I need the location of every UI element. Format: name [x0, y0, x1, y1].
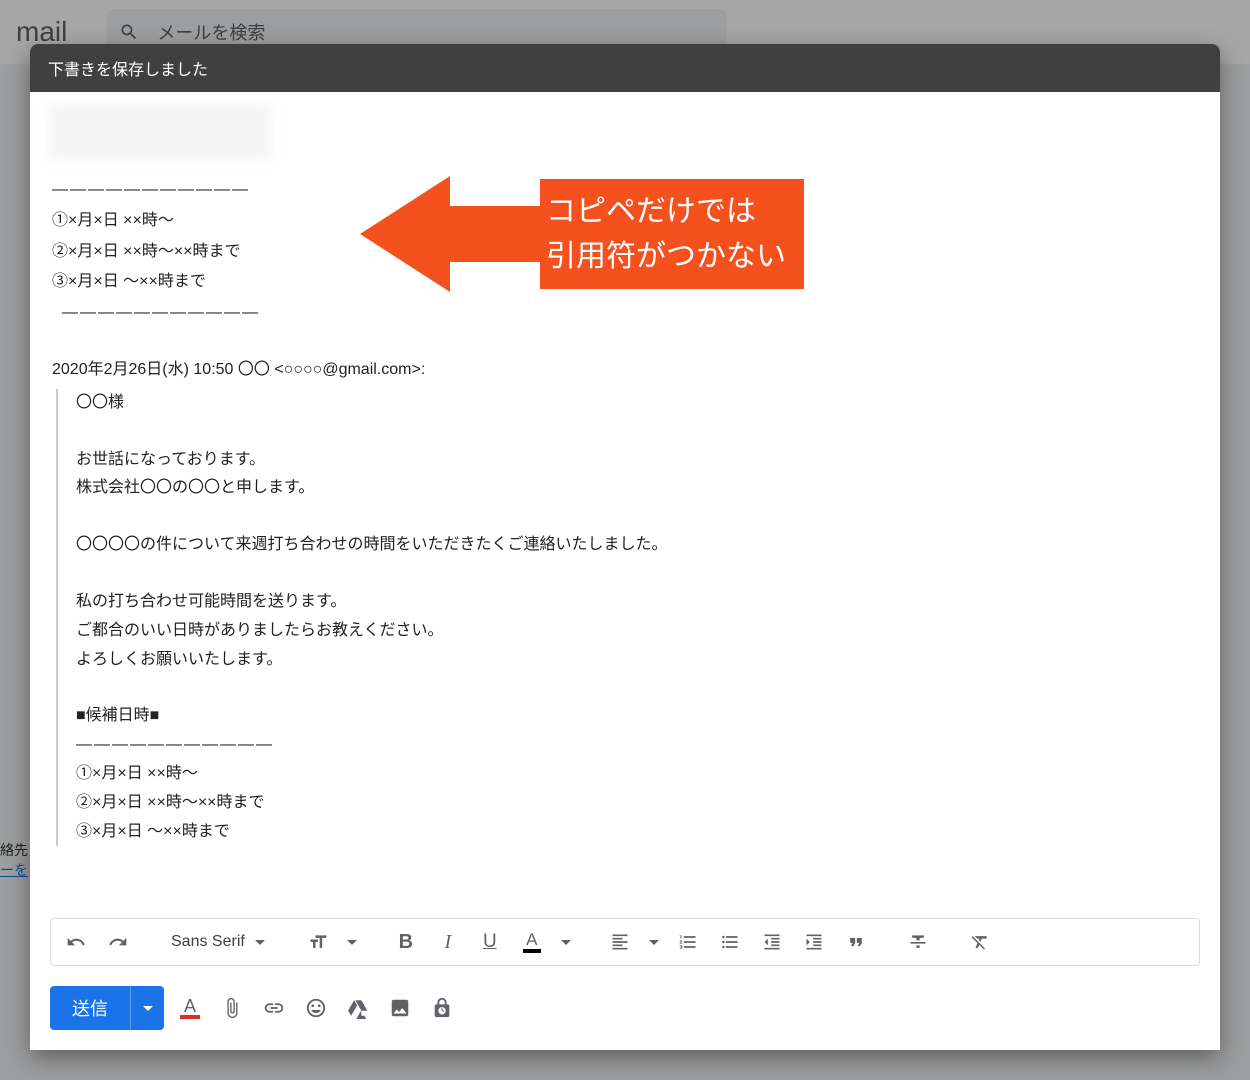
link-icon	[263, 997, 285, 1019]
underline-button[interactable]: U	[473, 925, 507, 959]
quote-block: 〇〇様 お世話になっております。 株式会社〇〇の〇〇と申します。 〇〇〇〇の件に…	[56, 389, 1198, 847]
annotation-label: コピペだけでは 引用符がつかない	[540, 179, 804, 289]
lock-clock-icon	[431, 997, 453, 1019]
quote-line: 〇〇様	[76, 389, 1198, 418]
italic-button[interactable]: I	[431, 925, 465, 959]
send-row: 送信 A	[30, 976, 1220, 1050]
paperclip-icon	[221, 997, 243, 1019]
compose-window: 下書きを保存しました コピペだけでは 引用符がつかない ――――――――――― …	[30, 44, 1220, 1050]
numbered-list-button[interactable]	[671, 925, 705, 959]
redacted-recipient	[50, 104, 270, 160]
image-icon	[389, 997, 411, 1019]
indent-more-button[interactable]	[797, 925, 831, 959]
quote-line: ①×月×日 ××時～	[76, 760, 1198, 789]
undo-button[interactable]	[59, 925, 93, 959]
insert-drive-button[interactable]	[346, 996, 370, 1020]
arrow-head-icon	[360, 176, 450, 292]
bulleted-list-button[interactable]	[713, 925, 747, 959]
bold-button[interactable]: B	[389, 925, 423, 959]
quote-line: 株式会社〇〇の〇〇と申します。	[76, 474, 1198, 503]
insert-emoji-button[interactable]	[304, 996, 328, 1020]
quote-line: ③×月×日 ～××時まで	[76, 818, 1198, 847]
quote-line: お世話になっております。	[76, 446, 1198, 475]
remove-formatting-button[interactable]	[963, 925, 997, 959]
formatting-toolbar: Sans Serif B I U A	[50, 918, 1200, 966]
font-family-select[interactable]: Sans Serif	[163, 933, 273, 951]
text-color-button[interactable]: A	[515, 925, 549, 959]
compose-titlebar[interactable]: 下書きを保存しました	[30, 44, 1220, 92]
arrow-shaft	[450, 206, 540, 262]
indent-less-button[interactable]	[755, 925, 789, 959]
insert-link-button[interactable]	[262, 996, 286, 1020]
compose-body[interactable]: コピペだけでは 引用符がつかない ――――――――――― ①×月×日 ××時～ …	[30, 176, 1220, 918]
quote-line: ご都合のいい日時がありましたらお教えください。	[76, 617, 1198, 646]
send-more-button[interactable]	[130, 986, 164, 1030]
send-button[interactable]: 送信	[50, 986, 130, 1030]
insert-photo-button[interactable]	[388, 996, 412, 1020]
send-button-group: 送信	[50, 986, 164, 1030]
text-color-caret[interactable]	[557, 925, 575, 959]
quote-line: 〇〇〇〇の件について来週打ち合わせの時間をいただきたくご連絡いたしました。	[76, 531, 1198, 560]
quote-line: ―――――――――――	[76, 731, 1198, 760]
quote-button[interactable]	[839, 925, 873, 959]
drive-icon	[347, 997, 369, 1019]
annotation-arrow: コピペだけでは 引用符がつかない	[360, 176, 804, 292]
quote-line: ■候補日時■	[76, 702, 1198, 731]
redo-button[interactable]	[101, 925, 135, 959]
chevron-down-icon	[255, 940, 265, 945]
formatting-options-button[interactable]: A	[178, 996, 202, 1020]
font-size-caret[interactable]	[343, 925, 361, 959]
align-button[interactable]	[603, 925, 637, 959]
quote-attribution: 2020年2月26日(水) 10:50 〇〇 <○○○○@gmail.com>:	[52, 356, 1198, 385]
quote-line: ②×月×日 ××時～××時まで	[76, 789, 1198, 818]
emoji-icon	[305, 997, 327, 1019]
quote-line: 私の打ち合わせ可能時間を送ります。	[76, 588, 1198, 617]
attach-file-button[interactable]	[220, 996, 244, 1020]
align-caret[interactable]	[645, 925, 663, 959]
confidential-mode-button[interactable]	[430, 996, 454, 1020]
compose-recipients-area[interactable]	[30, 92, 1220, 176]
quote-line: よろしくお願いいたします。	[76, 646, 1198, 675]
chevron-down-icon	[143, 1006, 153, 1011]
font-size-button[interactable]	[301, 925, 335, 959]
strikethrough-button[interactable]	[901, 925, 935, 959]
divider-line: ―――――――――――	[52, 299, 1198, 328]
